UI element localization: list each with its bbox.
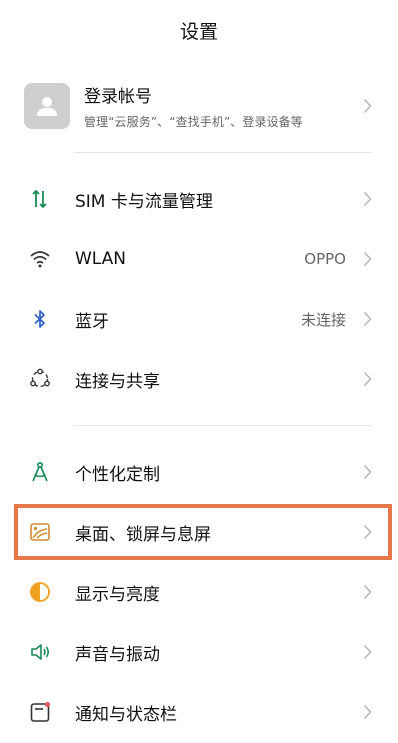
- notification-icon: [28, 700, 52, 724]
- sound-icon: [28, 640, 52, 664]
- chevron-right-icon: [363, 644, 372, 660]
- wallpaper-icon: [28, 520, 52, 544]
- chevron-right-icon: [363, 311, 372, 327]
- chevron-right-icon: [363, 371, 372, 387]
- sim-label: SIM 卡与流量管理: [75, 191, 213, 212]
- account-subtitle: 管理“云服务”、“查找手机”、登录设备等: [84, 115, 303, 129]
- display-brightness-label: 显示与亮度: [75, 584, 160, 605]
- home-lock-screen-row[interactable]: 桌面、锁屏与息屏: [0, 502, 398, 562]
- notification-statusbar-row[interactable]: 通知与状态栏: [0, 682, 398, 742]
- sound-vibration-label: 声音与振动: [75, 644, 160, 665]
- account-row[interactable]: 登录帐号 管理“云服务”、“查找手机”、登录设备等: [0, 60, 398, 152]
- display-brightness-row[interactable]: 显示与亮度: [0, 562, 398, 622]
- bluetooth-icon: [28, 307, 52, 331]
- notification-statusbar-label: 通知与状态栏: [75, 704, 177, 725]
- home-lock-screen-label: 桌面、锁屏与息屏: [75, 524, 211, 545]
- chevron-right-icon: [363, 251, 372, 267]
- sim-row[interactable]: SIM 卡与流量管理: [0, 169, 398, 229]
- bluetooth-status-value: 未连接: [300, 310, 346, 329]
- chevron-right-icon: [363, 98, 372, 114]
- wlan-row[interactable]: WLAN OPPO: [0, 229, 398, 289]
- chevron-right-icon: [363, 704, 372, 720]
- avatar-icon: [24, 83, 70, 129]
- page-title: 设置: [179, 20, 218, 43]
- chevron-right-icon: [363, 191, 372, 207]
- top-bar: 设置: [0, 0, 398, 60]
- chevron-right-icon: [363, 464, 372, 480]
- personalize-icon: [28, 460, 52, 484]
- connection-sharing-label: 连接与共享: [75, 371, 160, 392]
- bluetooth-row[interactable]: 蓝牙 未连接: [0, 289, 398, 349]
- wlan-label: WLAN: [75, 249, 127, 269]
- personalization-row[interactable]: 个性化定制: [0, 442, 398, 502]
- brightness-icon: [28, 580, 52, 604]
- sim-icon: [28, 187, 52, 211]
- bluetooth-label: 蓝牙: [75, 311, 109, 332]
- chevron-right-icon: [363, 524, 372, 540]
- chevron-right-icon: [363, 584, 372, 600]
- personalization-label: 个性化定制: [75, 464, 160, 485]
- sound-vibration-row[interactable]: 声音与振动: [0, 622, 398, 682]
- account-name: 登录帐号: [84, 87, 152, 107]
- wifi-icon: [28, 247, 52, 271]
- connection-sharing-row[interactable]: 连接与共享: [0, 349, 398, 409]
- share-icon: [28, 367, 52, 391]
- wlan-network-value: OPPO: [304, 250, 346, 268]
